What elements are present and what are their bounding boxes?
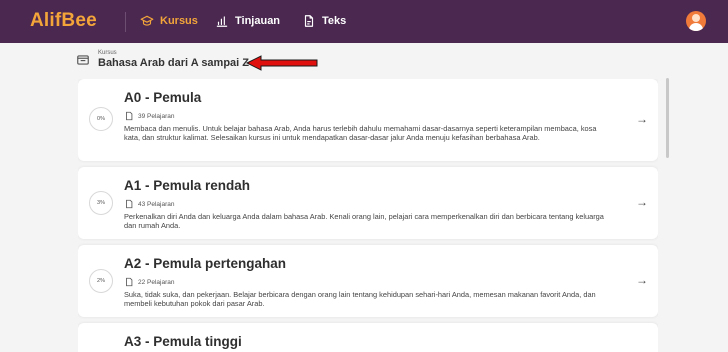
user-avatar[interactable]: [686, 11, 706, 31]
course-book-icon: [77, 55, 89, 65]
annotation-arrow-icon: [246, 55, 318, 71]
breadcrumb-section-label: Kursus: [98, 50, 117, 56]
course-title: A3 - Pemula tinggi: [124, 334, 242, 349]
lesson-icon: [126, 277, 133, 287]
course-description: Perkenalkan diri Anda dan keluarga Anda …: [124, 212, 604, 230]
lesson-icon: [126, 111, 133, 121]
course-title: A0 - Pemula: [124, 90, 202, 105]
nav-label-tinjauan: Tinjauan: [235, 15, 281, 27]
lesson-count: 39 Pelajaran: [124, 111, 175, 121]
lesson-icon: [126, 199, 133, 209]
graduation-cap-icon: [140, 15, 154, 26]
course-card-a1[interactable]: 3% A1 - Pemula rendah 43 Pelajaran Perke…: [78, 167, 658, 239]
progress-badge: 2%: [89, 269, 113, 293]
course-card-a3[interactable]: A3 - Pemula tinggi: [78, 323, 658, 352]
arrow-right-icon[interactable]: →: [636, 195, 648, 209]
course-card-a2[interactable]: 2% A2 - Pemula pertengahan 22 Pelajaran …: [78, 245, 658, 317]
course-description: Membaca dan menulis. Untuk belajar bahas…: [124, 124, 597, 142]
course-card-a0[interactable]: 0% A0 - Pemula 39 Pelajaran Membaca dan …: [78, 79, 658, 161]
document-edit-icon: [304, 15, 314, 27]
course-description: Suka, tidak suka, dan pekerjaan. Belajar…: [124, 290, 596, 308]
lesson-count-text: 39 Pelajaran: [138, 112, 175, 120]
breadcrumb[interactable]: Kursus Bahasa Arab dari A sampai Z ›: [76, 49, 259, 71]
breadcrumb-text: Kursus Bahasa Arab dari A sampai Z: [98, 50, 249, 70]
nav-item-kursus[interactable]: Kursus: [140, 14, 198, 28]
top-navigation-bar: AlifBee Kursus Tinjauan Teks: [0, 0, 728, 43]
nav-divider: [125, 12, 126, 32]
nav-item-tinjauan[interactable]: Tinjauan: [215, 14, 280, 28]
progress-badge: 0%: [89, 107, 113, 131]
avatar-head: [692, 14, 700, 22]
nav-label-teks: Teks: [322, 15, 347, 27]
course-list: 0% A0 - Pemula 39 Pelajaran Membaca dan …: [78, 79, 658, 352]
app-logo[interactable]: AlifBee: [30, 10, 97, 32]
arrow-right-icon[interactable]: →: [636, 112, 648, 126]
lesson-count-text: 22 Pelajaran: [138, 278, 175, 286]
list-scrollbar[interactable]: [666, 78, 669, 158]
breadcrumb-course-title: Bahasa Arab dari A sampai Z: [98, 57, 249, 69]
nav-item-teks[interactable]: Teks: [302, 14, 346, 28]
lesson-count: 22 Pelajaran: [124, 277, 175, 287]
lesson-count: 43 Pelajaran: [124, 199, 175, 209]
arrow-right-icon[interactable]: →: [636, 273, 648, 287]
course-title: A2 - Pemula pertengahan: [124, 256, 287, 271]
avatar-body: [689, 23, 703, 31]
lesson-count-text: 43 Pelajaran: [138, 200, 175, 208]
course-title: A1 - Pemula rendah: [124, 178, 251, 193]
nav-label-kursus: Kursus: [160, 15, 198, 27]
progress-badge: 3%: [89, 191, 113, 215]
bar-chart-icon: [216, 16, 228, 27]
